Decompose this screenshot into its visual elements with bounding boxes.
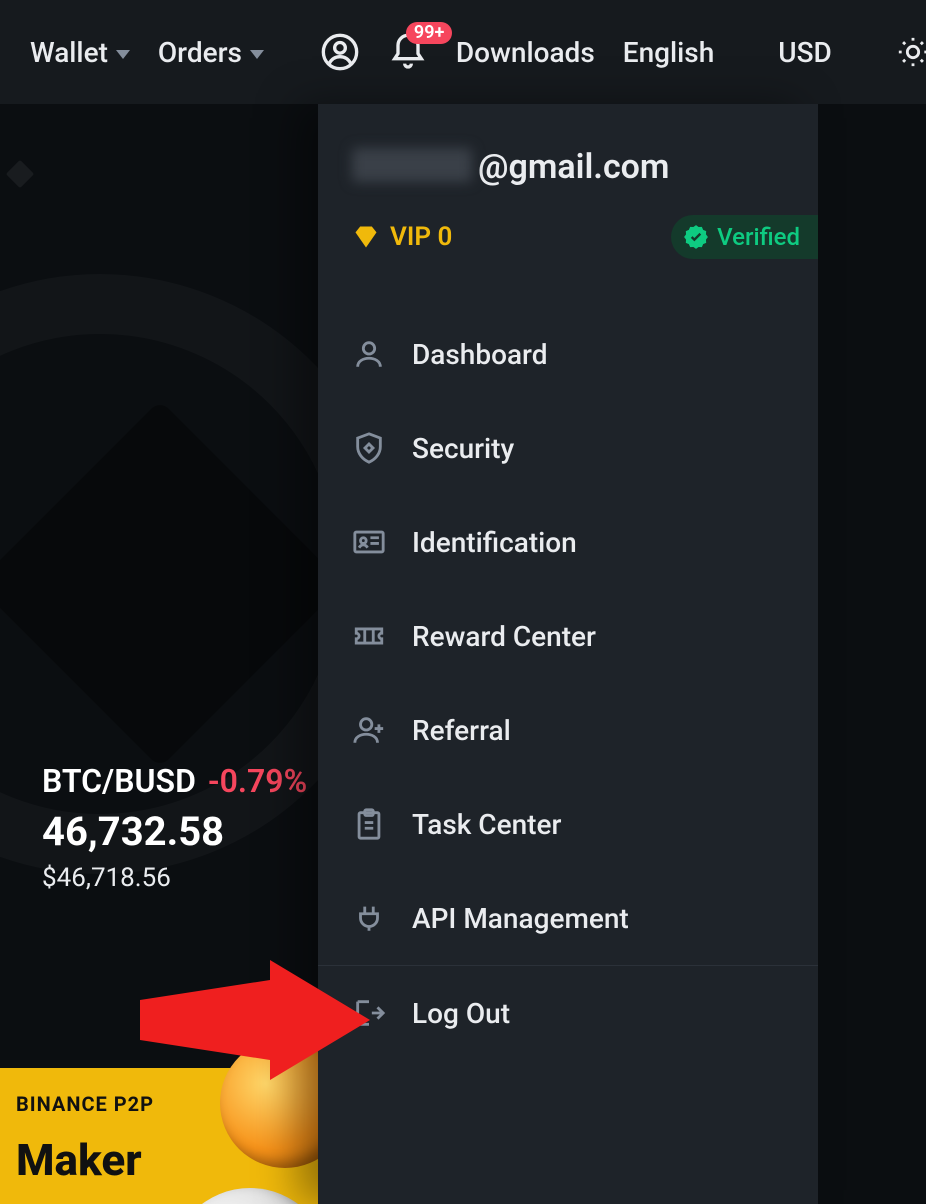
- wallet-menu[interactable]: Wallet: [30, 36, 130, 69]
- currency-label: USD: [778, 36, 832, 69]
- menu-item-label: Reward Center: [412, 620, 596, 653]
- menu-item-label: API Management: [412, 902, 629, 935]
- coin-graphic: [170, 1188, 330, 1204]
- user-email: @gmail.com: [352, 144, 784, 187]
- menu-item-label: Security: [412, 432, 514, 465]
- menu-item-logout[interactable]: Log Out: [318, 966, 818, 1060]
- chevron-down-icon: [116, 50, 130, 59]
- top-header: Wallet Orders 99+ Downloads English USD: [0, 0, 926, 104]
- clipboard-icon: [352, 807, 386, 841]
- theme-toggle[interactable]: [896, 35, 926, 69]
- promo-banner[interactable]: BINANCE P2P Maker: [0, 1068, 320, 1204]
- ticker-pair: BTC/BUSD: [42, 762, 196, 800]
- account-status-row: VIP 0 Verified: [352, 215, 784, 259]
- orders-label: Orders: [158, 36, 242, 69]
- ticker-alt-price: $46,718.56: [42, 863, 307, 893]
- menu-item-label: Referral: [412, 714, 511, 747]
- menu-item-api-management[interactable]: API Management: [318, 871, 818, 965]
- email-domain: @gmail.com: [478, 147, 669, 187]
- menu-item-label: Task Center: [412, 808, 561, 841]
- menu-item-dashboard[interactable]: Dashboard: [318, 307, 818, 401]
- logout-icon: [352, 996, 386, 1030]
- vip-level[interactable]: VIP 0: [352, 222, 452, 252]
- price-ticker[interactable]: BTC/BUSD -0.79% 46,732.58 $46,718.56: [42, 762, 307, 893]
- verified-icon: [683, 224, 709, 250]
- menu-item-reward-center[interactable]: Reward Center: [318, 589, 818, 683]
- menu-item-task-center[interactable]: Task Center: [318, 777, 818, 871]
- downloads-link[interactable]: Downloads: [456, 36, 595, 69]
- verified-badge: Verified: [671, 215, 818, 259]
- menu-item-label: Log Out: [412, 997, 510, 1030]
- dashboard-icon: [352, 337, 386, 371]
- notifications-badge: 99+: [406, 22, 452, 44]
- downloads-label: Downloads: [456, 36, 595, 69]
- shield-icon: [352, 431, 386, 465]
- account-menu: Dashboard Security Identification Reward…: [318, 279, 818, 1204]
- user-circle-icon: [320, 32, 360, 72]
- ticket-icon: [352, 619, 386, 653]
- account-button[interactable]: [320, 32, 360, 72]
- menu-item-label: Identification: [412, 526, 577, 559]
- account-dropdown-panel: @gmail.com VIP 0 Verified Dash: [318, 104, 818, 1204]
- notifications-button[interactable]: 99+: [388, 32, 428, 72]
- ticker-price: 46,732.58: [42, 808, 307, 855]
- orders-menu[interactable]: Orders: [158, 36, 264, 69]
- currency-selector[interactable]: USD: [778, 36, 832, 69]
- menu-item-security[interactable]: Security: [318, 401, 818, 495]
- chevron-down-icon: [250, 50, 264, 59]
- sun-icon: [896, 35, 926, 69]
- email-local-blurred: [352, 148, 472, 182]
- language-label: English: [623, 36, 715, 69]
- menu-item-referral[interactable]: Referral: [318, 683, 818, 777]
- wallet-label: Wallet: [30, 36, 108, 69]
- language-selector[interactable]: English: [623, 36, 715, 69]
- diamond-icon: [352, 223, 380, 251]
- vip-label: VIP 0: [390, 222, 452, 252]
- panel-header: @gmail.com VIP 0 Verified: [318, 104, 818, 279]
- menu-item-identification[interactable]: Identification: [318, 495, 818, 589]
- ticker-change: -0.79%: [208, 762, 307, 800]
- plug-icon: [352, 901, 386, 935]
- menu-item-label: Dashboard: [412, 338, 547, 371]
- verified-label: Verified: [717, 223, 800, 251]
- user-plus-icon: [352, 713, 386, 747]
- id-card-icon: [352, 525, 386, 559]
